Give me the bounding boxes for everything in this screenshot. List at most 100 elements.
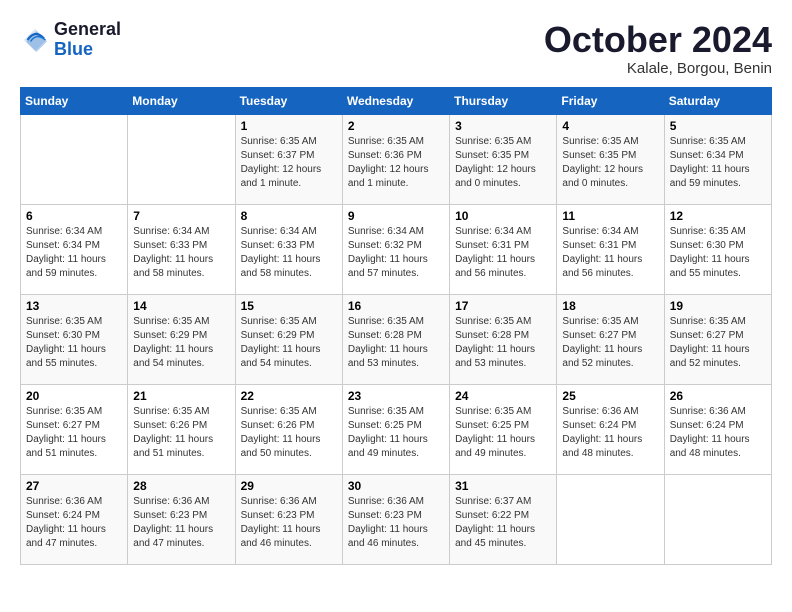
day-number: 25 [562, 389, 658, 403]
day-info: Sunrise: 6:36 AM Sunset: 6:23 PM Dayligh… [133, 495, 229, 551]
calendar-cell: 19 Sunrise: 6:35 AM Sunset: 6:27 PM Dayli… [664, 294, 771, 384]
calendar-cell: 13 Sunrise: 6:35 AM Sunset: 6:30 PM Dayli… [21, 294, 128, 384]
day-number: 19 [670, 299, 766, 313]
calendar-cell: 18Sunrise: 6:35 AM Sunset: 6:27 PM Dayli… [557, 294, 664, 384]
page-header: General Blue October 2024 Kalale, Borgou… [20, 20, 772, 77]
calendar-cell: 12 Sunrise: 6:35 AM Sunset: 6:30 PM Dayli… [664, 204, 771, 294]
day-number: 26 [670, 389, 766, 403]
calendar-cell: 6 Sunrise: 6:34 AM Sunset: 6:34 PM Daylig… [21, 204, 128, 294]
weekday-header-tuesday: Tuesday [235, 87, 342, 114]
day-info: Sunrise: 6:34 AM Sunset: 6:34 PM Dayligh… [26, 225, 122, 281]
day-number: 5 [670, 119, 766, 133]
day-number: 9 [348, 209, 444, 223]
calendar-cell: 5 Sunrise: 6:35 AM Sunset: 6:34 PM Daylig… [664, 114, 771, 204]
day-number: 30 [348, 479, 444, 493]
calendar-cell: 9 Sunrise: 6:34 AM Sunset: 6:32 PM Daylig… [342, 204, 449, 294]
calendar-cell: 2 Sunrise: 6:35 AM Sunset: 6:36 PM Daylig… [342, 114, 449, 204]
day-number: 14 [133, 299, 229, 313]
day-number: 22 [241, 389, 337, 403]
day-info: Sunrise: 6:35 AM Sunset: 6:26 PM Dayligh… [133, 405, 229, 461]
calendar-cell: 20 Sunrise: 6:35 AM Sunset: 6:27 PM Dayli… [21, 384, 128, 474]
day-info: Sunrise: 6:35 AM Sunset: 6:27 PM Dayligh… [26, 405, 122, 461]
day-number: 13 [26, 299, 122, 313]
calendar-week-5: 27Sunrise: 6:36 AM Sunset: 6:24 PM Dayli… [21, 474, 772, 564]
day-number: 12 [670, 209, 766, 223]
day-info: Sunrise: 6:35 AM Sunset: 6:25 PM Dayligh… [348, 405, 444, 461]
day-info: Sunrise: 6:35 AM Sunset: 6:27 PM Dayligh… [670, 315, 766, 371]
day-info: Sunrise: 6:36 AM Sunset: 6:23 PM Dayligh… [348, 495, 444, 551]
day-info: Sunrise: 6:36 AM Sunset: 6:23 PM Dayligh… [241, 495, 337, 551]
month-title: October 2024 [544, 20, 772, 60]
location: Kalale, Borgou, Benin [544, 60, 772, 77]
calendar-cell: 31 Sunrise: 6:37 AM Sunset: 6:22 PM Dayli… [450, 474, 557, 564]
day-info: Sunrise: 6:35 AM Sunset: 6:36 PM Dayligh… [348, 135, 444, 191]
day-number: 4 [562, 119, 658, 133]
day-number: 7 [133, 209, 229, 223]
calendar-week-2: 6 Sunrise: 6:34 AM Sunset: 6:34 PM Daylig… [21, 204, 772, 294]
day-info: Sunrise: 6:35 AM Sunset: 6:30 PM Dayligh… [26, 315, 122, 371]
calendar-week-1: 1 Sunrise: 6:35 AM Sunset: 6:37 PM Daylig… [21, 114, 772, 204]
calendar-cell: 26Sunrise: 6:36 AM Sunset: 6:24 PM Dayli… [664, 384, 771, 474]
day-info: Sunrise: 6:35 AM Sunset: 6:35 PM Dayligh… [562, 135, 658, 191]
calendar-cell: 14 Sunrise: 6:35 AM Sunset: 6:29 PM Dayli… [128, 294, 235, 384]
day-number: 1 [241, 119, 337, 133]
title-block: October 2024 Kalale, Borgou, Benin [544, 20, 772, 77]
day-info: Sunrise: 6:34 AM Sunset: 6:32 PM Dayligh… [348, 225, 444, 281]
day-number: 20 [26, 389, 122, 403]
day-number: 31 [455, 479, 551, 493]
weekday-header-friday: Friday [557, 87, 664, 114]
calendar-week-4: 20 Sunrise: 6:35 AM Sunset: 6:27 PM Dayli… [21, 384, 772, 474]
weekday-header-wednesday: Wednesday [342, 87, 449, 114]
day-number: 15 [241, 299, 337, 313]
calendar-cell: 8Sunrise: 6:34 AM Sunset: 6:33 PM Daylig… [235, 204, 342, 294]
calendar-cell: 4 Sunrise: 6:35 AM Sunset: 6:35 PM Daylig… [557, 114, 664, 204]
calendar-cell: 3Sunrise: 6:35 AM Sunset: 6:35 PM Daylig… [450, 114, 557, 204]
day-info: Sunrise: 6:35 AM Sunset: 6:35 PM Dayligh… [455, 135, 551, 191]
weekday-header-row: SundayMondayTuesdayWednesdayThursdayFrid… [21, 87, 772, 114]
calendar-cell: 29 Sunrise: 6:36 AM Sunset: 6:23 PM Dayli… [235, 474, 342, 564]
day-info: Sunrise: 6:35 AM Sunset: 6:25 PM Dayligh… [455, 405, 551, 461]
calendar-cell: 1 Sunrise: 6:35 AM Sunset: 6:37 PM Daylig… [235, 114, 342, 204]
calendar-cell [21, 114, 128, 204]
weekday-header-sunday: Sunday [21, 87, 128, 114]
calendar-cell: 17 Sunrise: 6:35 AM Sunset: 6:28 PM Dayli… [450, 294, 557, 384]
day-info: Sunrise: 6:36 AM Sunset: 6:24 PM Dayligh… [562, 405, 658, 461]
calendar-cell: 24Sunrise: 6:35 AM Sunset: 6:25 PM Dayli… [450, 384, 557, 474]
day-info: Sunrise: 6:35 AM Sunset: 6:28 PM Dayligh… [455, 315, 551, 371]
day-number: 6 [26, 209, 122, 223]
day-info: Sunrise: 6:35 AM Sunset: 6:26 PM Dayligh… [241, 405, 337, 461]
calendar-cell: 11Sunrise: 6:34 AM Sunset: 6:31 PM Dayli… [557, 204, 664, 294]
calendar-cell [557, 474, 664, 564]
day-number: 29 [241, 479, 337, 493]
day-info: Sunrise: 6:35 AM Sunset: 6:28 PM Dayligh… [348, 315, 444, 371]
day-number: 21 [133, 389, 229, 403]
calendar-cell: 28 Sunrise: 6:36 AM Sunset: 6:23 PM Dayli… [128, 474, 235, 564]
calendar-week-3: 13 Sunrise: 6:35 AM Sunset: 6:30 PM Dayli… [21, 294, 772, 384]
day-info: Sunrise: 6:37 AM Sunset: 6:22 PM Dayligh… [455, 495, 551, 551]
calendar-cell: 23 Sunrise: 6:35 AM Sunset: 6:25 PM Dayli… [342, 384, 449, 474]
calendar-body: 1 Sunrise: 6:35 AM Sunset: 6:37 PM Daylig… [21, 114, 772, 564]
calendar-cell [128, 114, 235, 204]
day-info: Sunrise: 6:35 AM Sunset: 6:34 PM Dayligh… [670, 135, 766, 191]
logo-line2: Blue [54, 40, 121, 60]
logo: General Blue [20, 20, 121, 60]
day-number: 23 [348, 389, 444, 403]
day-number: 18 [562, 299, 658, 313]
day-number: 17 [455, 299, 551, 313]
calendar-cell: 25 Sunrise: 6:36 AM Sunset: 6:24 PM Dayli… [557, 384, 664, 474]
day-number: 10 [455, 209, 551, 223]
calendar-cell: 7Sunrise: 6:34 AM Sunset: 6:33 PM Daylig… [128, 204, 235, 294]
day-info: Sunrise: 6:35 AM Sunset: 6:30 PM Dayligh… [670, 225, 766, 281]
calendar-cell: 15 Sunrise: 6:35 AM Sunset: 6:29 PM Dayli… [235, 294, 342, 384]
calendar-table: SundayMondayTuesdayWednesdayThursdayFrid… [20, 87, 772, 565]
day-info: Sunrise: 6:34 AM Sunset: 6:31 PM Dayligh… [455, 225, 551, 281]
day-info: Sunrise: 6:34 AM Sunset: 6:33 PM Dayligh… [241, 225, 337, 281]
day-number: 2 [348, 119, 444, 133]
day-info: Sunrise: 6:35 AM Sunset: 6:29 PM Dayligh… [133, 315, 229, 371]
day-info: Sunrise: 6:35 AM Sunset: 6:37 PM Dayligh… [241, 135, 337, 191]
calendar-cell: 10 Sunrise: 6:34 AM Sunset: 6:31 PM Dayli… [450, 204, 557, 294]
day-number: 28 [133, 479, 229, 493]
day-info: Sunrise: 6:36 AM Sunset: 6:24 PM Dayligh… [26, 495, 122, 551]
day-info: Sunrise: 6:35 AM Sunset: 6:29 PM Dayligh… [241, 315, 337, 371]
calendar-cell: 27Sunrise: 6:36 AM Sunset: 6:24 PM Dayli… [21, 474, 128, 564]
